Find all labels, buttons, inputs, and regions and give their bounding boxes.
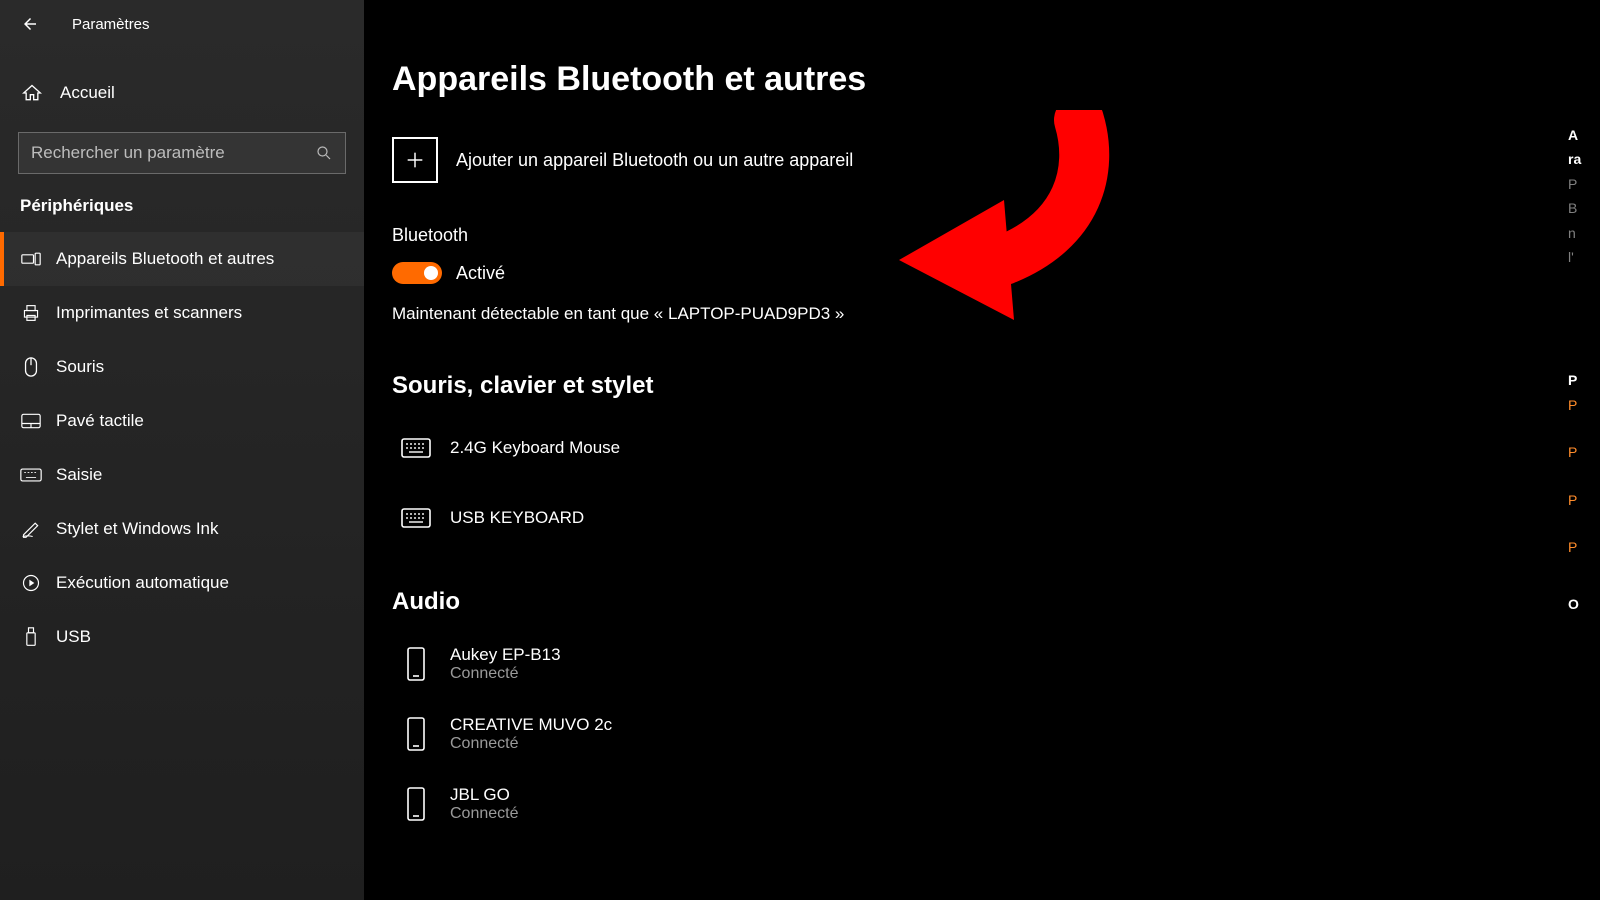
device-item[interactable]: Aukey EP-B13Connecté [392, 634, 1540, 694]
device-name: USB KEYBOARD [450, 508, 584, 528]
device-item[interactable]: CREATIVE MUVO 2cConnecté [392, 704, 1540, 764]
right-text: P [1568, 177, 1577, 192]
nav-item-label: Appareils Bluetooth et autres [56, 249, 274, 269]
keyboard-icon [401, 508, 431, 528]
nav-autoplay[interactable]: Exécution automatique [0, 556, 364, 610]
nav-pen-ink[interactable]: Stylet et Windows Ink [0, 502, 364, 556]
phone-icon [405, 647, 427, 681]
right-text: l' [1568, 250, 1574, 265]
group-title-audio: Audio [392, 588, 1540, 616]
window-title: Paramètres [72, 16, 150, 33]
right-link[interactable]: P [1568, 445, 1577, 460]
device-status: Connecté [450, 735, 612, 753]
mouse-icon [23, 357, 39, 377]
device-item[interactable]: USB KEYBOARD [392, 488, 1540, 548]
group-title-mkb: Souris, clavier et stylet [392, 372, 1540, 400]
nav-item-label: Imprimantes et scanners [56, 303, 242, 323]
printer-icon [21, 304, 41, 322]
right-text: P [1568, 373, 1577, 388]
nav-mouse[interactable]: Souris [0, 340, 364, 394]
sidebar: Paramètres Accueil Périphériques Apparei… [0, 0, 364, 900]
device-name: Aukey EP-B13 [450, 645, 561, 665]
mkb-device-list: 2.4G Keyboard Mouse USB KEYBOARD [392, 418, 1540, 548]
right-link[interactable]: P [1568, 398, 1577, 413]
add-device-button[interactable]: Ajouter un appareil Bluetooth ou un autr… [392, 137, 1540, 183]
device-item[interactable]: 2.4G Keyboard Mouse [392, 418, 1540, 478]
back-button[interactable] [20, 14, 40, 34]
keyboard-icon [20, 468, 42, 482]
nav-item-label: Saisie [56, 465, 102, 485]
nav-list: Appareils Bluetooth et autres Imprimante… [0, 232, 364, 664]
pen-icon [21, 520, 41, 538]
search-input[interactable] [31, 143, 315, 163]
right-panel-cropped: A ra P B n l' P P P P P O [1568, 0, 1600, 900]
nav-printers-scanners[interactable]: Imprimantes et scanners [0, 286, 364, 340]
bluetooth-section-title: Bluetooth [392, 225, 1540, 246]
nav-item-label: Souris [56, 357, 104, 377]
phone-icon [405, 787, 427, 821]
device-item[interactable]: JBL GOConnecté [392, 774, 1540, 834]
device-name: JBL GO [450, 785, 519, 805]
device-status: Connecté [450, 665, 561, 683]
nav-item-label: USB [56, 627, 91, 647]
nav-bluetooth-devices[interactable]: Appareils Bluetooth et autres [0, 232, 364, 286]
right-text: O [1568, 597, 1579, 612]
home-icon [22, 83, 42, 103]
nav-touchpad[interactable]: Pavé tactile [0, 394, 364, 448]
usb-icon [24, 627, 38, 647]
home-label: Accueil [60, 83, 115, 103]
right-link[interactable]: P [1568, 493, 1577, 508]
audio-device-list: Aukey EP-B13Connecté CREATIVE MUVO 2cCon… [392, 634, 1540, 834]
bluetooth-toggle[interactable] [392, 262, 442, 284]
nav-item-label: Stylet et Windows Ink [56, 519, 219, 539]
search-icon [315, 144, 333, 162]
devices-icon [21, 252, 41, 266]
plus-icon [404, 149, 426, 171]
device-name: CREATIVE MUVO 2c [450, 715, 612, 735]
header: Paramètres [0, 0, 364, 48]
autoplay-icon [21, 573, 41, 593]
device-status: Connecté [450, 805, 519, 823]
device-name: 2.4G Keyboard Mouse [450, 438, 620, 458]
home-button[interactable]: Accueil [0, 66, 364, 120]
toggle-state-label: Activé [456, 263, 505, 284]
search-box[interactable] [18, 132, 346, 174]
page-title: Appareils Bluetooth et autres [392, 60, 1540, 99]
nav-item-label: Pavé tactile [56, 411, 144, 431]
right-text: B [1568, 201, 1577, 216]
plus-box [392, 137, 438, 183]
content-area: Appareils Bluetooth et autres Ajouter un… [364, 0, 1568, 900]
phone-icon [405, 717, 427, 751]
discoverable-text: Maintenant détectable en tant que « LAPT… [392, 304, 1540, 324]
nav-usb[interactable]: USB [0, 610, 364, 664]
nav-typing[interactable]: Saisie [0, 448, 364, 502]
nav-item-label: Exécution automatique [56, 573, 229, 593]
arrow-left-icon [21, 15, 39, 33]
right-text: n [1568, 226, 1576, 241]
category-header: Périphériques [0, 174, 364, 226]
add-device-label: Ajouter un appareil Bluetooth ou un autr… [456, 150, 853, 171]
right-text: ra [1568, 152, 1581, 167]
right-text: A [1568, 128, 1578, 143]
right-link[interactable]: P [1568, 540, 1577, 555]
toggle-knob [424, 266, 438, 280]
keyboard-icon [401, 438, 431, 458]
touchpad-icon [21, 413, 41, 429]
